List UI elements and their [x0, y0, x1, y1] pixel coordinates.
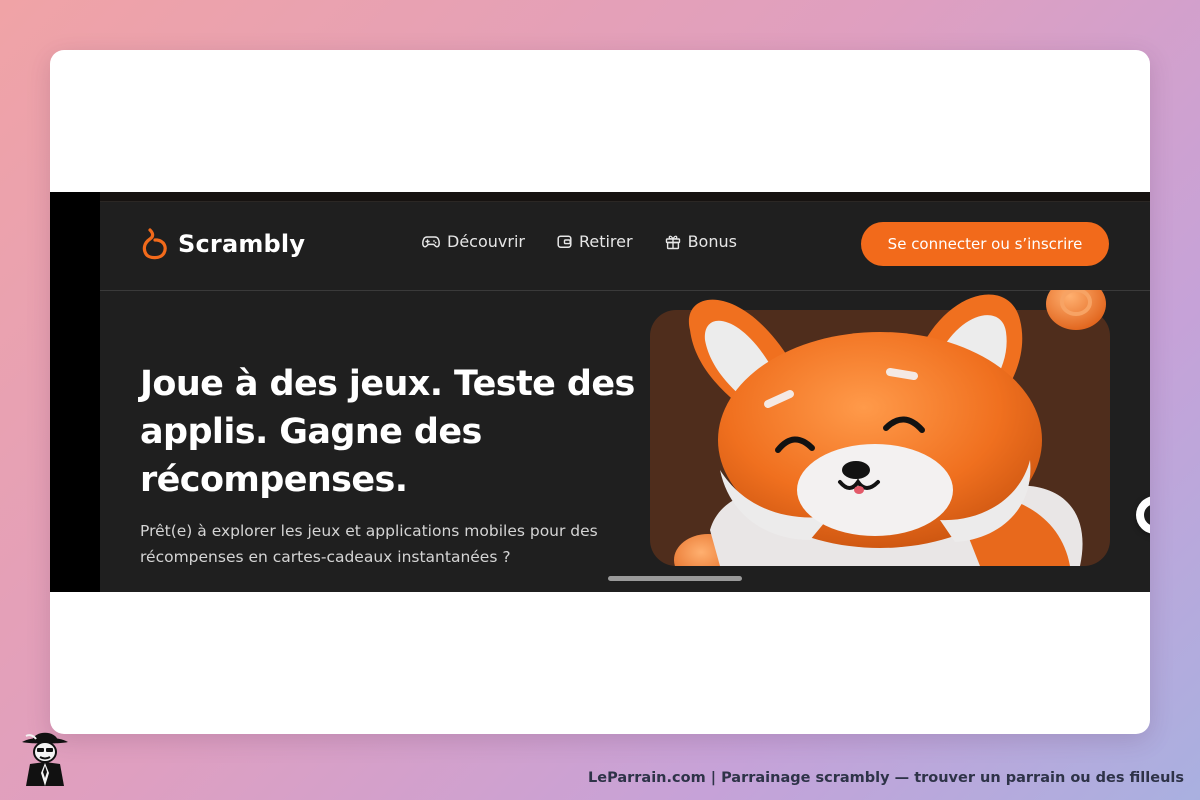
- footer-caption: LeParrain.com | Parrainage scrambly — tr…: [588, 770, 1184, 786]
- main-nav: Découvrir Retirer Bonus: [422, 232, 769, 251]
- nav-item-label: Découvrir: [447, 232, 525, 251]
- leparrain-mascot-logo-icon: [22, 732, 68, 786]
- logo-text: Scrambly: [178, 230, 306, 258]
- left-black-bar: [50, 192, 100, 592]
- site-header: Scrambly Découvrir Retirer Bonus Se conn…: [100, 202, 1150, 291]
- nav-item-decouvrir[interactable]: Découvrir: [422, 232, 525, 251]
- top-strip: [100, 192, 1150, 202]
- help-button[interactable]: ?: [1136, 496, 1150, 534]
- home-indicator-bar: [608, 576, 742, 581]
- hero-title: Joue à des jeux. Teste des applis. Gagne…: [140, 364, 635, 500]
- login-signup-button[interactable]: Se connecter ou s’inscrire: [861, 222, 1109, 266]
- wallet-icon: [557, 235, 572, 248]
- screenshot-card: Scrambly Découvrir Retirer Bonus Se conn…: [50, 50, 1150, 734]
- fox-mascot-illustration: [650, 290, 1110, 566]
- nav-item-label: Bonus: [687, 232, 737, 251]
- embedded-screenshot: Scrambly Découvrir Retirer Bonus Se conn…: [50, 192, 1150, 592]
- fox-mascot-image: [650, 290, 1110, 566]
- nav-item-bonus[interactable]: Bonus: [665, 232, 737, 251]
- scrambly-website: Scrambly Découvrir Retirer Bonus Se conn…: [100, 192, 1150, 592]
- nav-item-label: Retirer: [578, 232, 633, 251]
- gamepad-icon: [422, 235, 440, 247]
- gift-icon: [665, 235, 680, 249]
- help-question-icon: ?: [1144, 504, 1150, 526]
- scrambly-logo-icon: [142, 228, 167, 260]
- nav-item-retirer[interactable]: Retirer: [557, 232, 633, 251]
- logo[interactable]: Scrambly: [140, 224, 305, 264]
- hero-subtitle: Prêt(e) à explorer les jeux et applicati…: [140, 522, 598, 566]
